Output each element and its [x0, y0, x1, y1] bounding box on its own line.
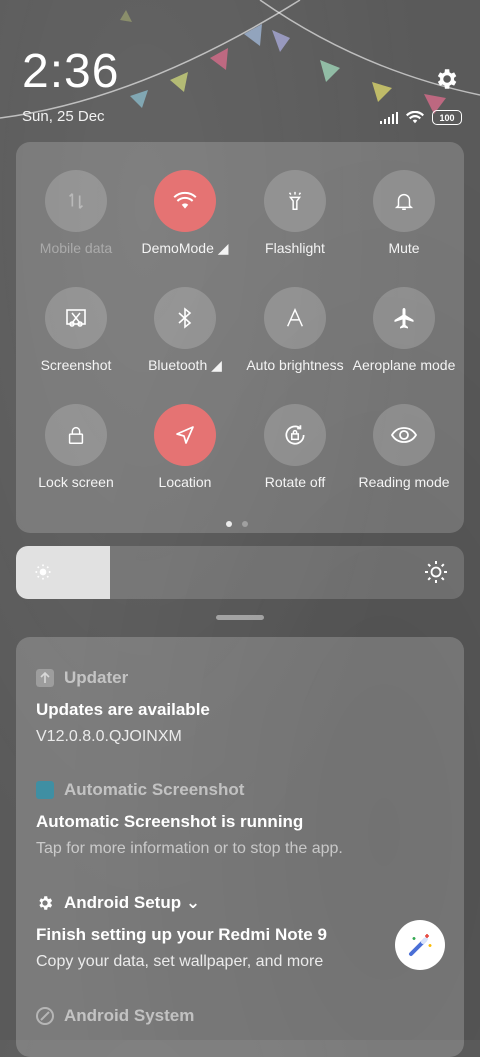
lock-icon — [68, 426, 84, 444]
eye-icon — [390, 427, 418, 443]
mobile-data-icon — [68, 193, 84, 209]
tile-label: Aeroplane mode — [352, 357, 456, 373]
notification-body: Copy your data, set wallpaper, and more — [36, 953, 324, 970]
brightness-slider-fill — [16, 546, 111, 599]
tile-label: Lock screen — [38, 474, 114, 490]
brightness-slider[interactable] — [16, 546, 464, 599]
tile-label: Rotate off — [264, 474, 326, 490]
tile-screenshot[interactable]: Screenshot — [21, 287, 131, 373]
setup-wand-icon — [395, 920, 445, 970]
page-indicator — [226, 521, 248, 527]
tile-label: Flashlight — [265, 240, 325, 256]
quick-settings-panel: Mobile data DemoMode ◢ Flashlight Mute S… — [16, 142, 464, 533]
tile-label: Mute — [388, 240, 420, 256]
tile-label: Auto brightness — [246, 357, 344, 373]
android-system-icon — [36, 1007, 54, 1025]
notification-app-name: Android System — [64, 1006, 195, 1025]
notification-app-name: Android Setup ⌄ — [64, 893, 201, 912]
tile-label: Location — [158, 474, 212, 490]
screenshot-icon — [66, 309, 86, 327]
tile-label: Screenshot — [40, 357, 112, 373]
clock-date: Sun, 25 Dec — [22, 108, 105, 125]
tile-label: DemoMode ◢ — [141, 240, 229, 256]
bell-icon — [394, 193, 414, 210]
rotate-lock-icon — [285, 425, 305, 445]
notification-automatic-screenshot[interactable]: Automatic Screenshot Automatic Screensho… — [36, 780, 446, 858]
notification-title: Updates are available — [36, 700, 210, 719]
wifi-status-icon — [406, 110, 424, 123]
tile-auto-brightness[interactable]: Auto brightness — [240, 287, 350, 373]
tile-label: Reading mode — [358, 474, 450, 490]
auto-brightness-icon — [286, 307, 304, 327]
clock-time: 2:36 — [22, 45, 120, 98]
airplane-icon — [394, 308, 414, 329]
notification-title: Automatic Screenshot is running — [36, 812, 304, 831]
notification-body: Tap for more information or to stop the … — [36, 840, 343, 857]
tile-label: Bluetooth ◢ — [148, 357, 222, 373]
page-dot-active — [226, 521, 232, 527]
tile-aeroplane-mode[interactable]: Aeroplane mode — [349, 287, 459, 373]
flashlight-icon — [288, 191, 302, 210]
status-bar: 100 — [380, 110, 462, 125]
tile-bluetooth[interactable]: Bluetooth ◢ — [130, 287, 240, 374]
brightness-low-icon — [35, 564, 51, 580]
signal-icon — [380, 111, 398, 124]
wifi-icon — [173, 191, 197, 209]
tile-rotate-off[interactable]: Rotate off — [240, 404, 350, 490]
tile-reading-mode[interactable]: Reading mode — [349, 404, 459, 490]
location-icon — [176, 426, 194, 444]
page-dot — [242, 521, 248, 527]
tile-demomode-wifi[interactable]: DemoMode ◢ — [130, 170, 240, 257]
notification-android-setup[interactable]: Android Setup ⌄ Finish setting up your R… — [36, 893, 446, 971]
settings-gear-icon[interactable] — [433, 66, 459, 92]
notification-title: Finish setting up your Redmi Note 9 — [36, 925, 327, 944]
notification-app-name: Updater — [64, 668, 129, 687]
notification-app-name: Automatic Screenshot — [64, 780, 245, 799]
setup-gear-icon — [39, 896, 53, 910]
tile-flashlight[interactable]: Flashlight — [240, 170, 350, 256]
brightness-high-icon — [425, 561, 447, 583]
tile-location[interactable]: Location — [130, 404, 240, 490]
tile-lock-screen[interactable]: Lock screen — [21, 404, 131, 490]
drag-handle[interactable] — [216, 615, 264, 620]
bluetooth-icon — [178, 307, 192, 329]
notification-body: V12.0.8.0.QJOINXM — [36, 728, 182, 745]
tile-mobile-data[interactable]: Mobile data — [21, 170, 131, 256]
notification-android-system[interactable]: Android System — [36, 1006, 446, 1026]
tile-label: Mobile data — [39, 240, 113, 256]
battery-indicator: 100 — [432, 110, 462, 125]
tile-mute[interactable]: Mute — [349, 170, 459, 256]
updater-app-icon — [36, 669, 54, 687]
notification-updater[interactable]: Updater Updates are available V12.0.8.0.… — [36, 668, 446, 746]
automatic-screenshot-app-icon — [36, 781, 54, 799]
